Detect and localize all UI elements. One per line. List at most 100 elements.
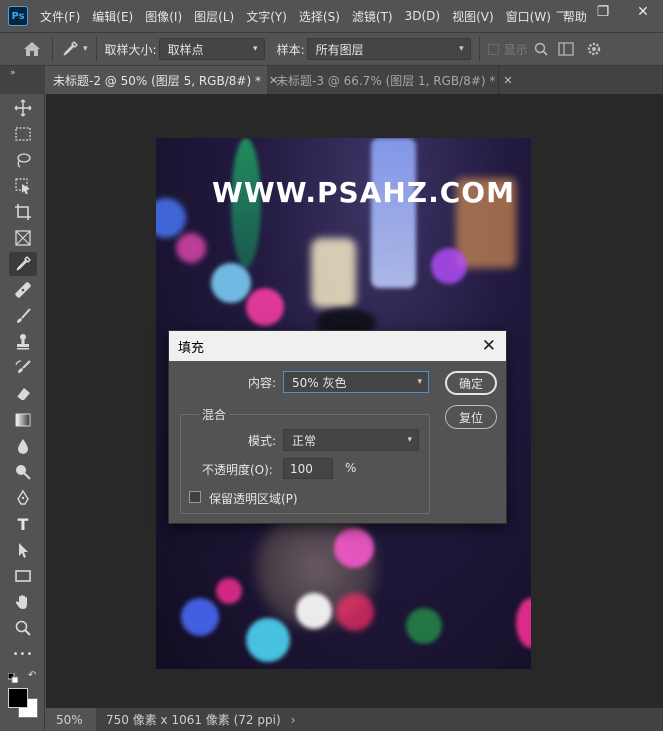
image-bokeh — [516, 598, 531, 648]
show-ring-label: 显示 — [503, 42, 528, 57]
close-icon[interactable]: ✕ — [482, 336, 496, 356]
menu-select[interactable]: 选择(S) — [299, 8, 340, 25]
tab-document-3[interactable]: 未标题-3 @ 66.7% (图层 1, RGB/8#) * ✕ — [268, 66, 513, 94]
zoom-tool-icon[interactable] — [9, 616, 37, 640]
menu-layer[interactable]: 图层(L) — [194, 8, 234, 25]
menu-image[interactable]: 图像(I) — [145, 8, 182, 25]
image-bokeh — [211, 263, 251, 303]
mode-select[interactable]: 正常 ▾ — [283, 429, 419, 451]
document-size: 750 像素 x 1061 像素 (72 ppi) — [106, 713, 281, 727]
divider — [478, 37, 480, 61]
crop-tool-icon[interactable] — [9, 200, 37, 224]
window-controls: — ❐ ✕ — [543, 0, 663, 24]
home-icon[interactable] — [20, 37, 44, 61]
image-bokeh — [176, 233, 206, 263]
image-bokeh — [216, 578, 242, 604]
path-select-tool-icon[interactable] — [9, 538, 37, 562]
collapse-panel-icon[interactable]: » — [10, 68, 16, 78]
image-bokeh — [246, 288, 284, 326]
dialog-body: 内容: 50% 灰色 ▾ 确定 复位 混合 模式: 正常 ▾ 不透明度(O): … — [169, 361, 506, 523]
frame-tool-icon[interactable] — [9, 226, 37, 250]
sample-size-value: 取样点 — [167, 42, 204, 57]
options-bar: ▾ 取样大小: 取样点 ▾ 样本: 所有图层 ▾ 显示 — [0, 32, 663, 66]
color-swatches — [8, 688, 40, 720]
restore-button[interactable]: ❐ — [583, 0, 623, 24]
tab-document-2[interactable]: 未标题-2 @ 50% (图层 5, RGB/8#) * ✕ — [45, 66, 278, 94]
image-bokeh — [296, 593, 332, 629]
dialog-title: 填充 — [178, 340, 205, 356]
more-tools-icon[interactable]: ••• — [9, 642, 37, 666]
sample-label: 样本: — [276, 42, 305, 57]
blend-group-title: 混合 — [199, 406, 230, 423]
menu-3d[interactable]: 3D(D) — [405, 9, 440, 23]
marquee-tool-icon[interactable] — [9, 122, 37, 146]
sample-size-select[interactable]: 取样点 ▾ — [158, 38, 265, 60]
zoom-level[interactable]: 50% — [46, 708, 96, 731]
eyedropper-tool-icon[interactable] — [9, 252, 37, 276]
opacity-label: 不透明度(O): — [202, 463, 273, 477]
status-menu-arrow[interactable]: › — [291, 713, 296, 727]
sample-layers-select[interactable]: 所有图层 ▾ — [306, 38, 471, 60]
divider — [52, 37, 53, 61]
divider — [95, 37, 97, 61]
menu-type[interactable]: 文字(Y) — [246, 8, 287, 25]
content-label: 内容: — [248, 376, 277, 390]
eraser-tool-icon[interactable] — [9, 382, 37, 406]
eyedropper-tool-preset-icon[interactable]: ▾ — [61, 40, 88, 58]
menu-filter[interactable]: 滤镜(T) — [352, 8, 393, 25]
opacity-input[interactable]: 100 — [283, 458, 333, 479]
status-bar: 50% 750 像素 x 1061 像素 (72 ppi) › — [46, 708, 663, 731]
document-tab-bar: » 未标题-2 @ 50% (图层 5, RGB/8#) * ✕ 未标题-3 @… — [0, 66, 663, 94]
type-tool-icon[interactable]: T — [9, 512, 37, 536]
swap-colors-icon[interactable]: ↶ — [28, 670, 36, 681]
history-brush-tool-icon[interactable] — [9, 356, 37, 380]
content-select[interactable]: 50% 灰色 ▾ — [283, 371, 429, 393]
healing-brush-tool-icon[interactable] — [9, 278, 37, 302]
move-tool-icon[interactable] — [9, 96, 37, 120]
image-bokeh — [311, 238, 356, 308]
image-bokeh — [156, 198, 186, 238]
menu-bar: Ps 文件(F) 编辑(E) 图像(I) 图层(L) 文字(Y) 选择(S) 滤… — [0, 0, 663, 32]
image-bokeh — [431, 248, 467, 284]
image-bokeh — [181, 598, 219, 636]
photoshop-logo: Ps — [8, 6, 28, 26]
image-light-tower — [371, 138, 416, 288]
tab-label: 未标题-3 @ 66.7% (图层 1, RGB/8#) * — [276, 73, 496, 88]
preserve-transparency-checkbox[interactable] — [189, 491, 201, 503]
close-window-button[interactable]: ✕ — [623, 0, 663, 24]
settings-gear-icon[interactable] — [586, 41, 602, 57]
tools-panel: T ••• — [0, 94, 45, 731]
tab-label: 未标题-2 @ 50% (图层 5, RGB/8#) * — [53, 73, 261, 88]
minimize-button[interactable]: — — [543, 0, 583, 24]
menu-edit[interactable]: 编辑(E) — [92, 8, 133, 25]
show-ring-checkbox[interactable] — [487, 43, 499, 55]
brush-tool-icon[interactable] — [9, 304, 37, 328]
chevron-down-icon: ▾ — [407, 435, 412, 445]
mode-label: 模式: — [248, 434, 277, 448]
clone-stamp-tool-icon[interactable] — [9, 330, 37, 354]
image-bokeh — [246, 618, 290, 662]
lasso-tool-icon[interactable] — [9, 148, 37, 172]
fill-dialog: 填充 ✕ 内容: 50% 灰色 ▾ 确定 复位 混合 模式: 正常 ▾ 不透明度… — [168, 330, 507, 524]
chevron-down-icon: ▾ — [417, 377, 422, 387]
reset-button[interactable]: 复位 — [445, 405, 497, 429]
rectangle-tool-icon[interactable] — [9, 564, 37, 588]
opacity-unit: % — [345, 461, 357, 475]
menu-view[interactable]: 视图(V) — [452, 8, 494, 25]
chevron-down-icon: ▾ — [83, 44, 88, 54]
image-bokeh — [406, 608, 442, 644]
foreground-color-swatch[interactable] — [8, 688, 28, 708]
blur-tool-icon[interactable] — [9, 434, 37, 458]
search-icon[interactable] — [534, 42, 548, 56]
content-value: 50% 灰色 — [292, 375, 347, 390]
pen-tool-icon[interactable] — [9, 486, 37, 510]
gradient-tool-icon[interactable] — [9, 408, 37, 432]
close-icon[interactable]: ✕ — [503, 74, 512, 87]
workspace-icon[interactable] — [558, 42, 574, 56]
dodge-tool-icon[interactable] — [9, 460, 37, 484]
default-colors-icon[interactable] — [7, 672, 19, 684]
object-select-tool-icon[interactable] — [9, 174, 37, 198]
ok-button[interactable]: 确定 — [445, 371, 497, 395]
menu-file[interactable]: 文件(F) — [40, 8, 80, 25]
hand-tool-icon[interactable] — [9, 590, 37, 614]
